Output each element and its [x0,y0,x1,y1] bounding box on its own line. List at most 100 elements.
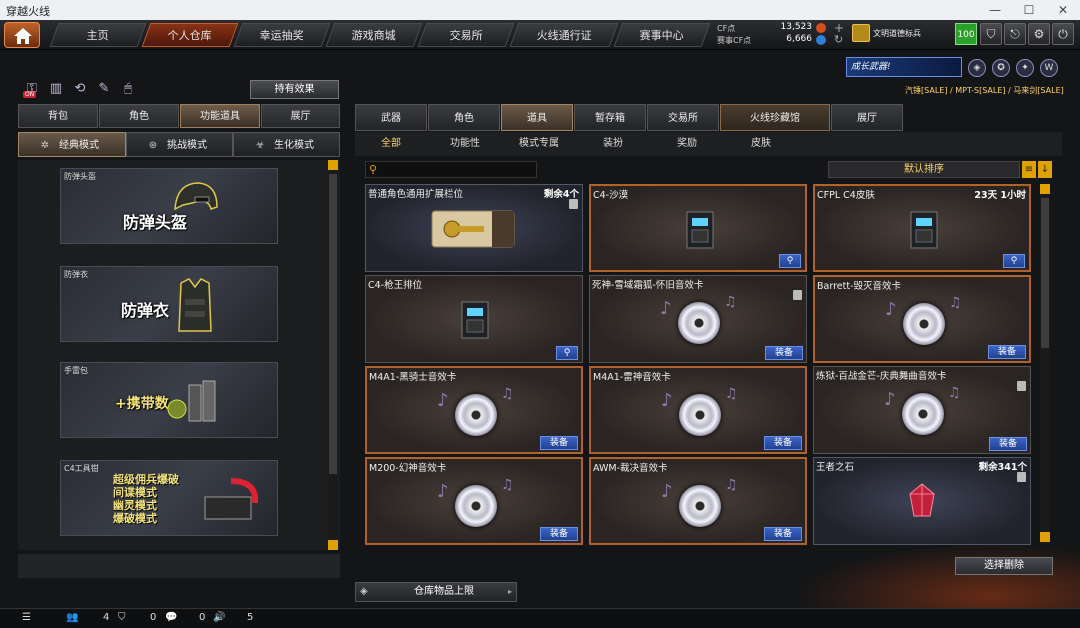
equip-button[interactable]: 装备 [989,437,1027,451]
scroll-thumb[interactable] [329,174,337,474]
item-card[interactable]: Barrett-毁灭音效卡 ♪ ♫ 装备 [813,275,1031,363]
minimize-icon[interactable]: — [978,0,1012,20]
item-card[interactable]: M200-幻神音效卡 ♪ ♫ 装备 [365,457,583,545]
promo-banner[interactable]: 成长武器! [846,57,962,77]
item-card[interactable]: 死神-雪域霜狐-怀旧音效卡 ♪ ♫ 装备 [589,275,807,363]
mode-tab-classic[interactable]: ✲ 经典模式 [18,132,126,157]
tab-collection[interactable]: 火线珍藏馆 [720,104,830,131]
tab-storage-box[interactable]: 暂存箱 [574,104,646,131]
tab-function-items[interactable]: 功能道具 [180,104,260,128]
nav-tab-home[interactable]: 主页 [49,23,147,47]
left-scrollbar[interactable] [328,160,338,550]
mode-tab-challenge[interactable]: ⊛ 挑战模式 [126,132,233,157]
tab-backpack[interactable]: 背包 [18,104,98,128]
brush-icon[interactable]: ✎ [96,81,112,97]
sale-ticker[interactable]: 汽锤[SALE] / MPT-S[SALE] / 马来剑[SALE] [905,85,1064,96]
trash-icon[interactable] [569,199,578,209]
nav-tab-lottery[interactable]: 幸运抽奖 [233,23,331,47]
equip-button[interactable]: 装备 [764,436,802,450]
sort-dropdown[interactable]: 默认排序 [828,161,1020,178]
item-caption: 防弹头盔 [64,172,96,181]
item-card[interactable]: AWM-裁决音效卡 ♪ ♫ 装备 [589,457,807,545]
equip-button[interactable]: 装备 [540,436,578,450]
nav-tab-inventory[interactable]: 个人仓库 [141,23,239,47]
zoom-icon[interactable]: ⚲ [1003,254,1025,268]
tab-showroom[interactable]: 展厅 [261,104,340,128]
trash-icon[interactable] [1017,381,1026,391]
sort-direction-icon[interactable]: ↓ [1038,161,1052,178]
scroll-down-icon[interactable] [328,540,338,550]
subtab-rewards[interactable]: 奖励 [651,132,723,156]
list-item[interactable]: 防弹衣 防弹衣 [60,266,278,342]
trash-icon[interactable] [1017,472,1026,482]
scroll-thumb[interactable] [1041,198,1049,348]
promo-icon-4[interactable]: W [1040,59,1058,77]
search-input[interactable]: ⚲ [365,161,537,178]
stats-icon[interactable]: ▥ [48,81,64,97]
friends-icon[interactable]: 👥 [66,612,78,623]
tab-weapons[interactable]: 武器 [355,104,427,131]
promo-icon-1[interactable]: ◈ [968,59,986,77]
nav-tab-label: 赛事中心 [639,29,684,42]
equip-button[interactable]: 装备 [540,527,578,541]
item-card[interactable]: 王者之石 剩余341个 [813,457,1031,545]
volume-icon[interactable]: 🔊 [213,612,225,623]
promo-icon-3[interactable]: ✦ [1016,59,1034,77]
item-name: 普通角色通用扩展栏位 [368,189,464,200]
zoom-icon[interactable]: ⚲ [779,254,801,268]
right-scrollbar[interactable] [1040,184,1050,544]
close-icon[interactable]: ✕ [1046,0,1080,20]
item-card[interactable]: 炼狱-百战金芒-庆典舞曲音效卡 ♪ ♫ 装备 [813,366,1031,454]
equip-button[interactable]: 装备 [988,345,1026,359]
trash-icon[interactable] [793,290,802,300]
list-item[interactable]: C4工具钳 超级佣兵爆破 间谍模式 幽灵模式 爆破模式 [60,460,278,536]
storage-limit-button[interactable]: ◈ 仓库物品上限 ▸ [355,582,517,602]
mouse-icon[interactable]: 🖱 [120,81,136,97]
history-icon[interactable]: ⟲ [72,81,88,97]
list-item[interactable]: 手雷包 +携带数 [60,362,278,438]
menu-icon[interactable]: ☰ [22,612,31,623]
key-icon[interactable]: ⚿ [24,81,40,97]
refresh-icon[interactable]: ↻ [834,33,843,46]
effects-button[interactable]: 持有效果 [250,80,339,99]
nav-tab-shop[interactable]: 游戏商城 [325,23,423,47]
item-card[interactable]: M4A1-黑骑士音效卡 ♪ ♫ 装备 [365,366,583,454]
item-card[interactable]: C4-沙漠 ⚲ [589,184,807,272]
subtab-all[interactable]: 全部 [355,132,427,156]
nav-tab-exchange[interactable]: 交易所 [417,23,515,47]
chat-icon[interactable]: 💬 [165,612,177,623]
equip-button[interactable]: 装备 [764,527,802,541]
subtab-functional[interactable]: 功能性 [429,132,501,156]
promo-icon-2[interactable]: ✪ [992,59,1010,77]
list-item[interactable]: 防弹头盔 防弹头盔 [60,168,278,244]
gear-icon[interactable]: ⚙ [1028,23,1050,45]
nav-tab-pass[interactable]: 火线通行证 [509,23,619,47]
scroll-up-icon[interactable] [1040,184,1050,194]
exit-icon[interactable]: ⎋ [1004,23,1026,45]
shield-icon[interactable]: ⛉ [980,23,1002,45]
subtab-mode-specific[interactable]: 模式专属 [503,132,575,156]
mode-tab-zombie[interactable]: ☣ 生化模式 [233,132,340,157]
zoom-icon[interactable]: ⚲ [556,346,578,360]
equip-button[interactable]: 装备 [765,346,803,360]
subtab-cosmetic[interactable]: 装扮 [577,132,649,156]
tab-exchange[interactable]: 交易所 [647,104,719,131]
power-icon[interactable]: ⏻ [1052,23,1074,45]
subtab-skins[interactable]: 皮肤 [725,132,797,156]
helmet-icon [174,182,218,211]
scroll-up-icon[interactable] [328,160,338,170]
nav-tab-events[interactable]: 赛事中心 [613,23,711,47]
tab-items[interactable]: 道具 [501,104,573,131]
tab-showroom[interactable]: 展厅 [831,104,903,131]
item-card[interactable]: CFPL C4皮肤 23天 1小时 ⚲ [813,184,1031,272]
select-delete-button[interactable]: 选择删除 [955,557,1053,575]
item-card[interactable]: M4A1-雷神音效卡 ♪ ♫ 装备 [589,366,807,454]
tab-character[interactable]: 角色 [99,104,179,128]
clan-icon[interactable]: ⛉ [118,612,126,623]
maximize-icon[interactable]: ☐ [1012,0,1046,20]
item-card[interactable]: 普通角色通用扩展栏位 剩余4个 [365,184,583,272]
list-view-icon[interactable]: ≡ [1022,161,1036,178]
item-card[interactable]: C4-枪王排位 ⚲ [365,275,583,363]
home-button[interactable] [4,22,40,48]
tab-characters[interactable]: 角色 [428,104,500,131]
